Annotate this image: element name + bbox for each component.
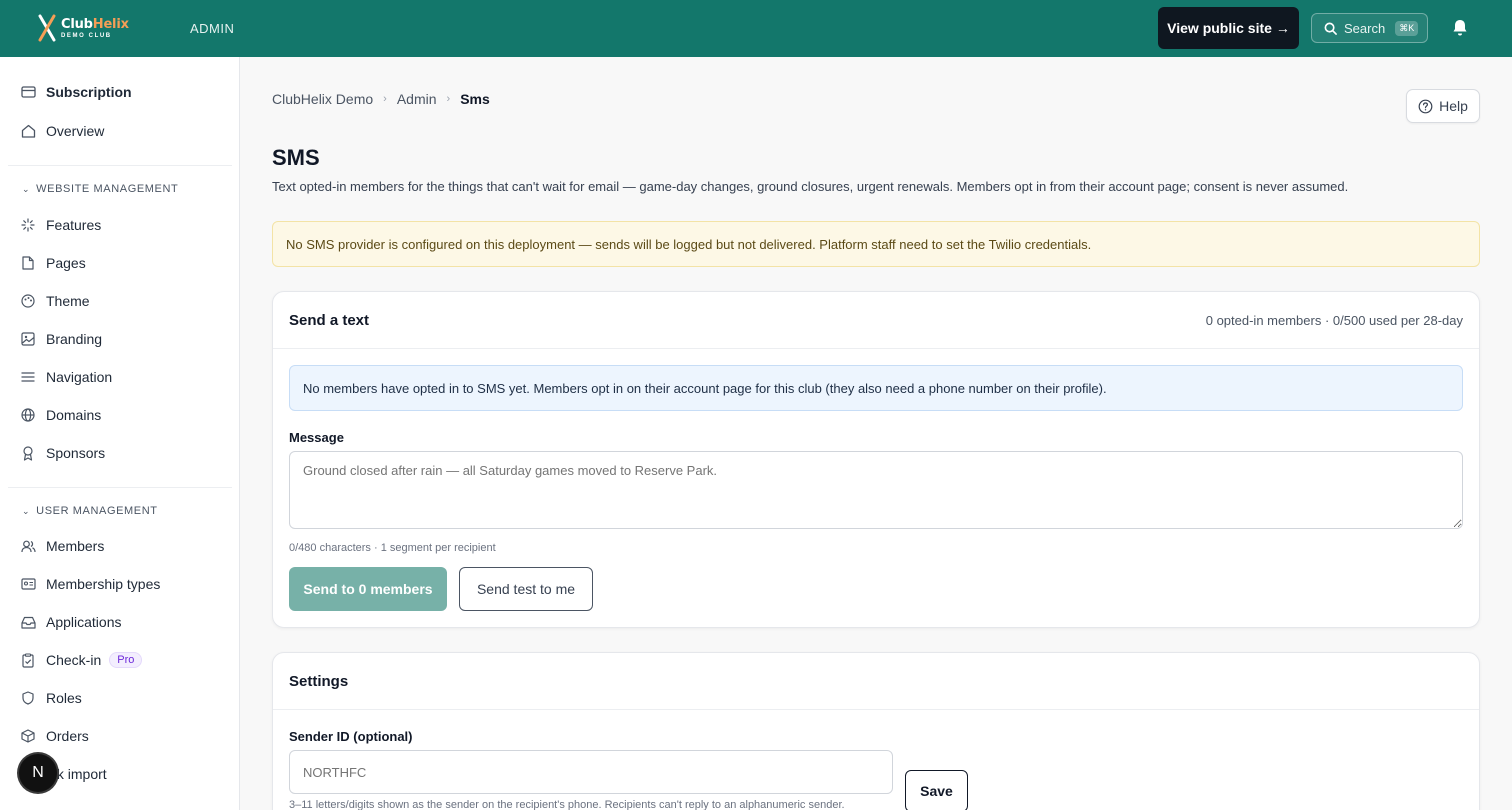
globe-icon — [20, 407, 36, 423]
sidebar-item-navigation[interactable]: Navigation — [20, 365, 112, 389]
sender-id-input[interactable] — [289, 750, 893, 794]
search-label: Search — [1344, 20, 1386, 36]
chevron-right-icon: › — [446, 93, 451, 105]
save-button[interactable]: Save — [905, 770, 968, 810]
sidebar-item-sponsors[interactable]: Sponsors — [20, 441, 105, 465]
chevron-down-icon: ⌄ — [22, 505, 31, 516]
breadcrumb-item[interactable]: ClubHelix Demo — [272, 91, 373, 107]
sidebar-item-overview[interactable]: Overview — [20, 119, 104, 143]
sidebar-item-label: Subscription — [46, 84, 132, 100]
logo-subtitle: DEMO CLUB — [61, 32, 112, 39]
sidebar-item-label: Check-in — [46, 652, 102, 668]
sidebar-item-label: Members — [46, 538, 105, 554]
page-title: SMS — [272, 145, 320, 170]
club-logo[interactable]: ClubHelix DEMO CLUB — [37, 14, 129, 42]
shield-icon — [20, 690, 36, 706]
package-icon — [20, 728, 36, 744]
bell-icon[interactable] — [1451, 18, 1469, 42]
provider-warning-banner: No SMS provider is configured on this de… — [272, 221, 1480, 267]
section-toggle-website-management[interactable]: ⌄ WEBSITE MANAGEMENT — [22, 183, 178, 195]
page-description: Text opted-in members for the things tha… — [272, 179, 1349, 194]
breadcrumb-current: Sms — [460, 91, 490, 107]
file-icon — [20, 255, 36, 271]
search-button[interactable]: Search ⌘K — [1311, 13, 1428, 43]
search-icon — [1324, 22, 1337, 35]
message-label: Message — [289, 430, 344, 445]
sidebar-item-check-in[interactable]: Check-in Pro — [20, 648, 143, 672]
sidebar-item-label: Roles — [46, 690, 82, 706]
sidebar-item-label: Overview — [46, 123, 105, 139]
sidebar-item-label: Sponsors — [46, 445, 106, 461]
help-button[interactable]: Help — [1406, 89, 1480, 123]
search-shortcut: ⌘K — [1395, 20, 1419, 36]
settings-card: Settings Sender ID (optional) Save 3–11 … — [272, 652, 1480, 810]
sidebar-item-label: Pages — [46, 255, 86, 271]
sender-id-hint: 3–11 letters/digits shown as the sender … — [289, 799, 845, 810]
card-title: Settings — [289, 672, 349, 690]
home-icon — [20, 123, 36, 139]
sidebar-item-subscription[interactable]: Subscription — [20, 80, 132, 104]
inbox-icon — [20, 614, 36, 630]
sidebar-item-features[interactable]: Features — [20, 213, 101, 237]
sender-id-label: Sender ID (optional) — [289, 729, 413, 744]
sidebar-item-membership-types[interactable]: Membership types — [20, 572, 160, 596]
chevron-down-icon: ⌄ — [22, 183, 31, 194]
send-test-button[interactable]: Send test to me — [459, 567, 593, 611]
character-count-hint: 0/480 characters · 1 segment per recipie… — [289, 542, 496, 554]
sparkle-icon — [20, 217, 36, 233]
opt-in-usage-meta: 0 opted-in members · 0/500 used per 28-d… — [1205, 312, 1463, 328]
clipboard-check-icon — [20, 652, 36, 668]
sidebar-item-domains[interactable]: Domains — [20, 403, 101, 427]
users-icon — [20, 538, 36, 554]
sidebar-item-members[interactable]: Members — [20, 534, 104, 558]
send-to-members-button[interactable]: Send to 0 members — [289, 567, 447, 611]
image-icon — [20, 331, 36, 347]
sidebar-item-pages[interactable]: Pages — [20, 251, 86, 275]
sidebar-item-label: Domains — [46, 407, 102, 423]
helix-logo-icon — [38, 14, 56, 42]
help-label: Help — [1439, 98, 1468, 114]
sidebar-item-label: Navigation — [46, 369, 113, 385]
award-icon — [20, 445, 36, 461]
breadcrumb: ClubHelix Demo › Admin › Sms — [272, 91, 490, 107]
pro-badge: Pro — [109, 652, 143, 668]
no-optins-info-banner: No members have opted in to SMS yet. Mem… — [289, 365, 1463, 411]
sidebar-item-label: Theme — [46, 293, 90, 309]
card-title: Send a text — [289, 311, 370, 329]
top-bar: ClubHelix DEMO CLUB ADMIN View public si… — [0, 0, 1512, 57]
id-card-icon — [20, 576, 36, 592]
chevron-right-icon: › — [383, 93, 387, 105]
sidebar-item-label: Membership types — [46, 576, 161, 592]
credit-card-icon — [20, 84, 36, 100]
palette-icon — [20, 293, 36, 309]
admin-label: ADMIN — [190, 21, 235, 36]
sidebar: Subscription Overview ⌄ WEBSITE MANAGEME… — [0, 57, 240, 810]
sidebar-item-label: Branding — [46, 331, 103, 347]
help-circle-icon — [1418, 99, 1433, 113]
floating-avatar-button[interactable]: N — [19, 754, 57, 792]
menu-icon — [20, 369, 36, 385]
sidebar-item-theme[interactable]: Theme — [20, 289, 90, 313]
sidebar-item-label: Applications — [46, 614, 122, 630]
message-textarea[interactable] — [289, 451, 1463, 529]
sidebar-item-label: Orders — [46, 728, 89, 744]
sidebar-item-branding[interactable]: Branding — [20, 327, 102, 351]
section-toggle-user-management[interactable]: ⌄ USER MANAGEMENT — [22, 505, 158, 517]
sidebar-item-applications[interactable]: Applications — [20, 610, 122, 634]
view-public-site-button[interactable]: View public site → — [1158, 7, 1299, 49]
sidebar-item-orders[interactable]: Orders — [20, 724, 89, 748]
breadcrumb-item[interactable]: Admin — [397, 91, 437, 107]
sidebar-item-roles[interactable]: Roles — [20, 686, 82, 710]
divider — [8, 487, 232, 488]
send-text-card: Send a text 0 opted-in members · 0/500 u… — [272, 291, 1480, 628]
sidebar-item-label: Features — [46, 217, 102, 233]
divider — [8, 165, 232, 166]
logo-name: ClubHelix — [61, 16, 129, 32]
